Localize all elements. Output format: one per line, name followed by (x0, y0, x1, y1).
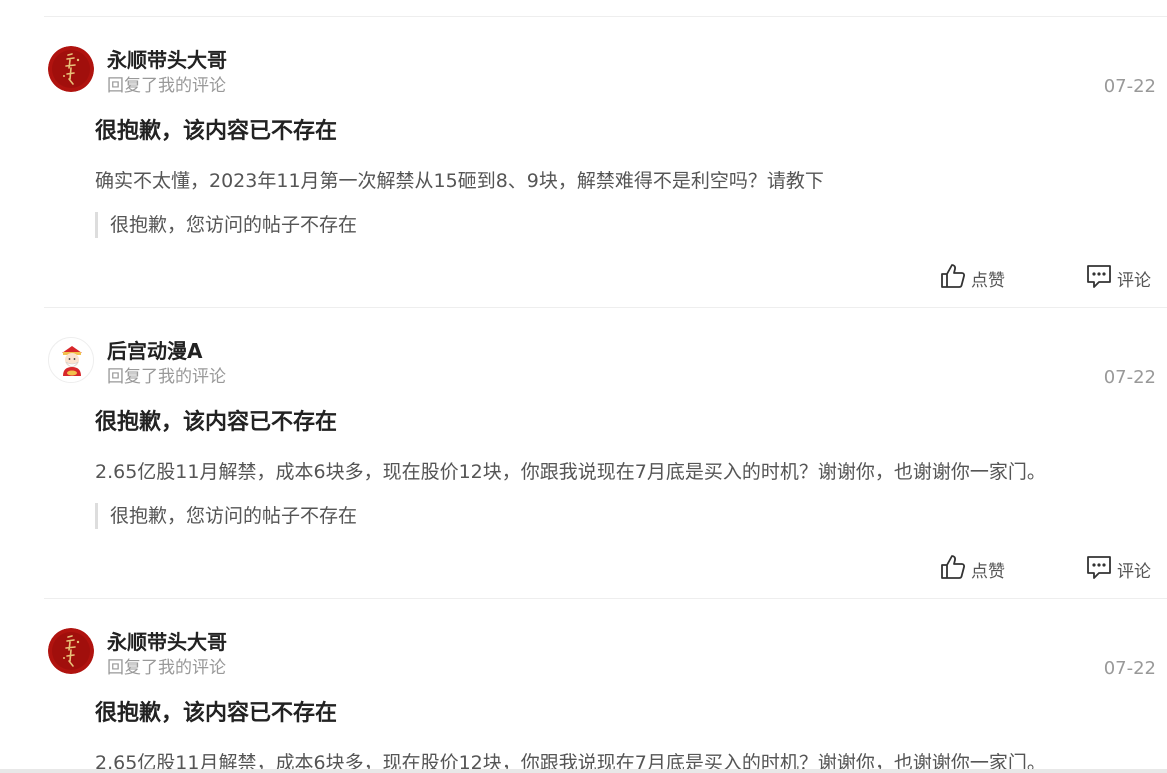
bottom-fade-bar (0, 769, 1167, 773)
post-title[interactable]: 很抱歉，该内容已不存在 (95, 117, 337, 147)
reply-subtitle: 回复了我的评论 (107, 367, 226, 387)
reply-subtitle: 回复了我的评论 (107, 658, 226, 678)
like-button[interactable]: 点赞 (939, 262, 1005, 294)
notification-item: 永顺带头大哥 回复了我的评论 07-22 很抱歉，该内容已不存在 2.65亿股1… (0, 598, 1167, 773)
username[interactable]: 永顺带头大哥 (107, 47, 227, 73)
comment-button[interactable]: 评论 (1085, 553, 1151, 585)
reply-text[interactable]: 确实不太懂，2023年11月第一次解禁从15砸到8、9块，解禁难得不是利空吗？请… (95, 168, 824, 194)
thumbs-up-icon (939, 262, 967, 294)
reply-subtitle: 回复了我的评论 (107, 76, 226, 96)
notification-feed: 永顺带头大哥 回复了我的评论 07-22 很抱歉，该内容已不存在 确实不太懂，2… (0, 0, 1167, 773)
timestamp: 07-22 (1103, 658, 1156, 679)
comment-button[interactable]: 评论 (1085, 262, 1151, 294)
notification-item: 后宫动漫A 回复了我的评论 07-22 很抱歉，该内容已不存在 2.65亿股11… (0, 307, 1167, 598)
timestamp: 07-22 (1103, 76, 1156, 97)
comment-label: 评论 (1117, 561, 1151, 582)
avatar[interactable] (48, 46, 94, 92)
like-label: 点赞 (971, 561, 1005, 582)
post-title[interactable]: 很抱歉，该内容已不存在 (95, 699, 337, 729)
username[interactable]: 永顺带头大哥 (107, 629, 227, 655)
thumbs-up-icon (939, 553, 967, 585)
timestamp: 07-22 (1103, 367, 1156, 388)
avatar[interactable] (48, 628, 94, 674)
comment-icon (1085, 553, 1113, 585)
comment-label: 评论 (1117, 270, 1151, 291)
notification-item: 永顺带头大哥 回复了我的评论 07-22 很抱歉，该内容已不存在 确实不太懂，2… (0, 16, 1167, 307)
quoted-comment: 很抱歉，您访问的帖子不存在 (95, 212, 357, 238)
like-button[interactable]: 点赞 (939, 553, 1005, 585)
reply-text[interactable]: 2.65亿股11月解禁，成本6块多，现在股价12块，你跟我说现在7月底是买入的时… (95, 459, 1046, 485)
like-label: 点赞 (971, 270, 1005, 291)
avatar[interactable] (48, 337, 94, 383)
username[interactable]: 后宫动漫A (107, 338, 202, 364)
comment-icon (1085, 262, 1113, 294)
post-title[interactable]: 很抱歉，该内容已不存在 (95, 408, 337, 438)
quoted-comment: 很抱歉，您访问的帖子不存在 (95, 503, 357, 529)
